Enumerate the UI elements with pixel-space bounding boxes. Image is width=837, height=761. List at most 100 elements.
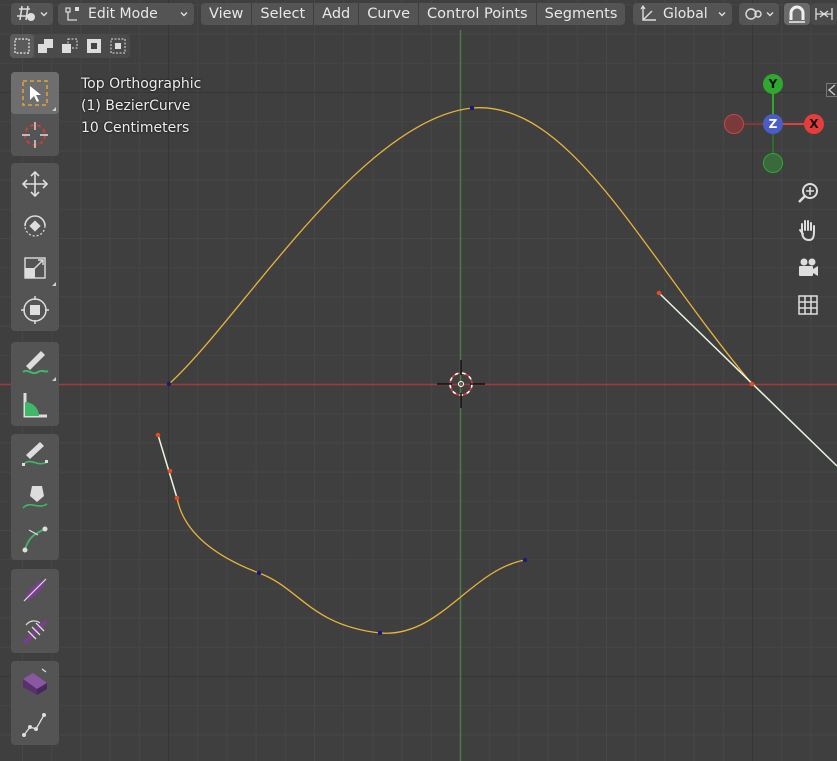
select-subtract-button[interactable]: [58, 34, 82, 58]
tool-pen[interactable]: [11, 476, 59, 518]
radius-icon: [23, 578, 47, 602]
tool-rotate[interactable]: [11, 205, 59, 247]
tool-transform[interactable]: [11, 289, 59, 331]
control-point[interactable]: [469, 105, 475, 111]
select-new-button[interactable]: [10, 34, 34, 58]
object-name: (1) BezierCurve: [81, 98, 191, 114]
bezier-curve-lower[interactable]: [176, 497, 526, 634]
tool-tilt[interactable]: [11, 611, 59, 653]
viewport-info: Top Orthographic (1) BezierCurve 10 Cent…: [81, 73, 201, 139]
rotate-icon: [24, 215, 46, 237]
snap-icon: [745, 8, 762, 20]
mode-label: Edit Mode: [88, 6, 158, 22]
control-point[interactable]: [256, 570, 262, 576]
sidebar-toggle-icon[interactable]: [826, 83, 837, 97]
transform-icon: [21, 296, 49, 324]
grid-icon[interactable]: [796, 293, 820, 317]
tool-curve-pen[interactable]: [11, 518, 59, 560]
selected-handle[interactable]: [174, 495, 180, 501]
extrude-icon: [23, 668, 47, 695]
toolbar-radius-group: [11, 569, 59, 653]
scale-icon: [24, 257, 46, 279]
select-mode-group: [10, 34, 130, 58]
select-box-icon: [22, 80, 48, 106]
toolbar-transform-group: [11, 163, 59, 331]
gizmo-z-axis[interactable]: Z: [763, 114, 783, 134]
control-point[interactable]: [377, 630, 383, 636]
menu-select[interactable]: Select: [252, 3, 315, 25]
transform-orientation-select[interactable]: Global: [633, 3, 732, 25]
selected-handle[interactable]: [656, 290, 662, 296]
gizmo-neg-y-axis[interactable]: [763, 153, 783, 173]
toolbar-annotate-group: [11, 342, 59, 426]
select-subtract-icon: [62, 38, 78, 53]
header-menu: View Select Add Curve Control Points Seg…: [201, 3, 626, 25]
tool-extrude[interactable]: [11, 661, 59, 703]
menu-curve[interactable]: Curve: [359, 3, 420, 25]
tool-draw[interactable]: [11, 434, 59, 476]
snap-toggle[interactable]: [784, 3, 810, 25]
selected-point[interactable]: [749, 381, 755, 387]
menu-view[interactable]: View: [201, 3, 253, 25]
select-extend-icon: [38, 39, 53, 53]
select-new-icon: [14, 38, 30, 54]
view-name: Top Orthographic: [81, 76, 202, 92]
magnet-icon: [789, 5, 805, 23]
randomize-icon: [22, 713, 46, 737]
handle-line-left[interactable]: [157, 434, 178, 499]
tool-cursor[interactable]: [11, 114, 59, 156]
cursor-icon: [22, 122, 48, 148]
menu-add[interactable]: Add: [314, 3, 360, 25]
selected-point[interactable]: [167, 468, 173, 474]
tool-randomize[interactable]: [11, 703, 59, 745]
toolbar-extrude-group: [11, 661, 59, 745]
control-point[interactable]: [166, 381, 172, 387]
tool-radius[interactable]: [11, 569, 59, 611]
menu-control-points[interactable]: Control Points: [419, 3, 537, 25]
annotate-icon: [22, 351, 49, 375]
curve-pen-icon: [22, 526, 48, 553]
measure-icon: [23, 393, 47, 418]
tool-select-box[interactable]: [11, 72, 59, 114]
move-icon: [21, 170, 49, 198]
tool-scale[interactable]: [11, 247, 59, 289]
grid-scale: 10 Centimeters: [81, 120, 190, 136]
proportional-editing-icon: [815, 8, 833, 20]
editor-type-button[interactable]: [11, 3, 53, 25]
camera-icon[interactable]: [796, 256, 820, 280]
tool-move[interactable]: [11, 163, 59, 205]
editor-type-icon: [17, 5, 35, 21]
chevron-down-icon: [40, 12, 48, 17]
gizmo-neg-x-axis[interactable]: [724, 114, 744, 134]
gizmo-x-axis[interactable]: X: [804, 114, 824, 134]
blender-window: Edit Mode View Select Add Curve Control …: [0, 0, 837, 761]
tool-annotate[interactable]: [11, 342, 59, 384]
pen-icon: [22, 486, 48, 509]
menu-segments[interactable]: Segments: [537, 3, 626, 25]
toolbar-select-group: [11, 72, 59, 156]
select-intersect-icon: [110, 38, 126, 54]
control-point[interactable]: [522, 557, 528, 563]
selected-handle[interactable]: [155, 432, 161, 438]
select-extend-button[interactable]: [34, 34, 58, 58]
edit-mode-icon: [65, 7, 79, 21]
chevron-down-icon: [718, 12, 726, 17]
hand-icon[interactable]: [796, 218, 820, 242]
select-invert-button[interactable]: [82, 34, 106, 58]
transform-orientation-icon: [640, 5, 656, 21]
toolbar-curve-group: [11, 434, 59, 560]
snap-options-button[interactable]: [811, 3, 837, 25]
chevron-down-icon: [180, 12, 188, 17]
chevron-down-icon: [766, 12, 774, 17]
draw-icon: [22, 442, 48, 466]
zoom-icon[interactable]: [796, 181, 820, 205]
select-invert-icon: [87, 39, 101, 53]
gizmo-y-axis[interactable]: Y: [763, 74, 783, 94]
tilt-icon: [22, 619, 48, 645]
orientation-label: Global: [663, 6, 708, 22]
select-intersect-button[interactable]: [106, 34, 130, 58]
mode-select[interactable]: Edit Mode: [58, 3, 194, 25]
handle-line-right[interactable]: [658, 292, 837, 467]
pivot-point-button[interactable]: [739, 3, 779, 25]
tool-measure[interactable]: [11, 384, 59, 426]
